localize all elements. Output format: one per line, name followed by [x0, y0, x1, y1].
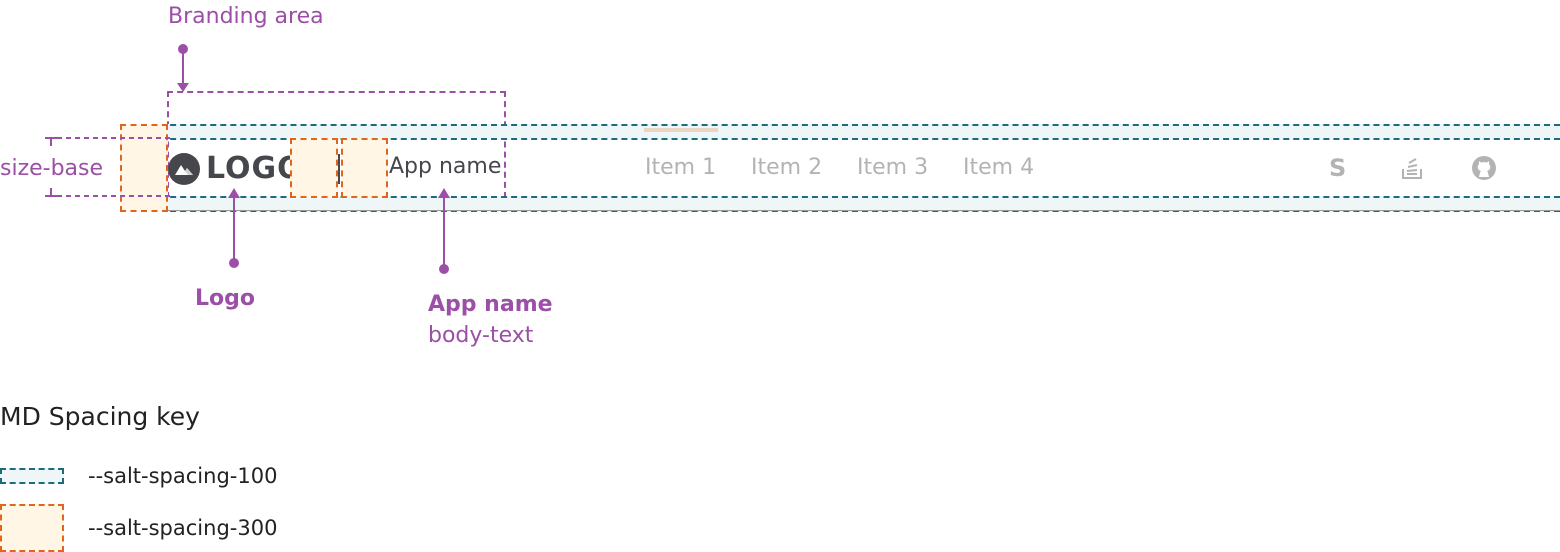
- nav-item-1[interactable]: Item 1: [645, 155, 716, 180]
- header-bottom-border: [120, 210, 1560, 211]
- logo-pointer: [228, 188, 240, 268]
- key-label-spacing-300: --salt-spacing-300: [88, 516, 278, 540]
- nav-item-4[interactable]: Item 4: [963, 155, 1034, 180]
- github-icon[interactable]: [1471, 155, 1497, 181]
- stack-overflow-icon[interactable]: [1401, 156, 1423, 180]
- salt-s-icon[interactable]: S: [1329, 154, 1346, 182]
- logo-annotation: Logo: [195, 286, 255, 311]
- spacing-key-title: MD Spacing key: [0, 402, 200, 431]
- branding-area-label: Branding area: [168, 4, 324, 29]
- size-base-bracket: [45, 137, 170, 197]
- nav-item-3[interactable]: Item 3: [857, 155, 928, 180]
- branding-area-pointer: [177, 44, 189, 92]
- app-name[interactable]: App name: [389, 154, 501, 179]
- key-swatch-spacing-300: [0, 504, 64, 552]
- key-label-spacing-100: --salt-spacing-100: [88, 464, 278, 488]
- app-name-annotation: App name: [428, 292, 553, 317]
- spacing-300-divider-gap: [341, 138, 388, 198]
- logo[interactable]: LOGO: [168, 151, 304, 186]
- mountain-icon: [168, 152, 200, 185]
- app-name-annotation-sub: body-text: [428, 323, 534, 348]
- branding-divider: [338, 154, 340, 184]
- key-swatch-spacing-100: [0, 468, 64, 484]
- active-nav-indicator: [644, 128, 718, 132]
- spacing-300-logo-gap: [290, 138, 338, 198]
- nav-item-2[interactable]: Item 2: [751, 155, 822, 180]
- app-name-pointer: [438, 188, 450, 274]
